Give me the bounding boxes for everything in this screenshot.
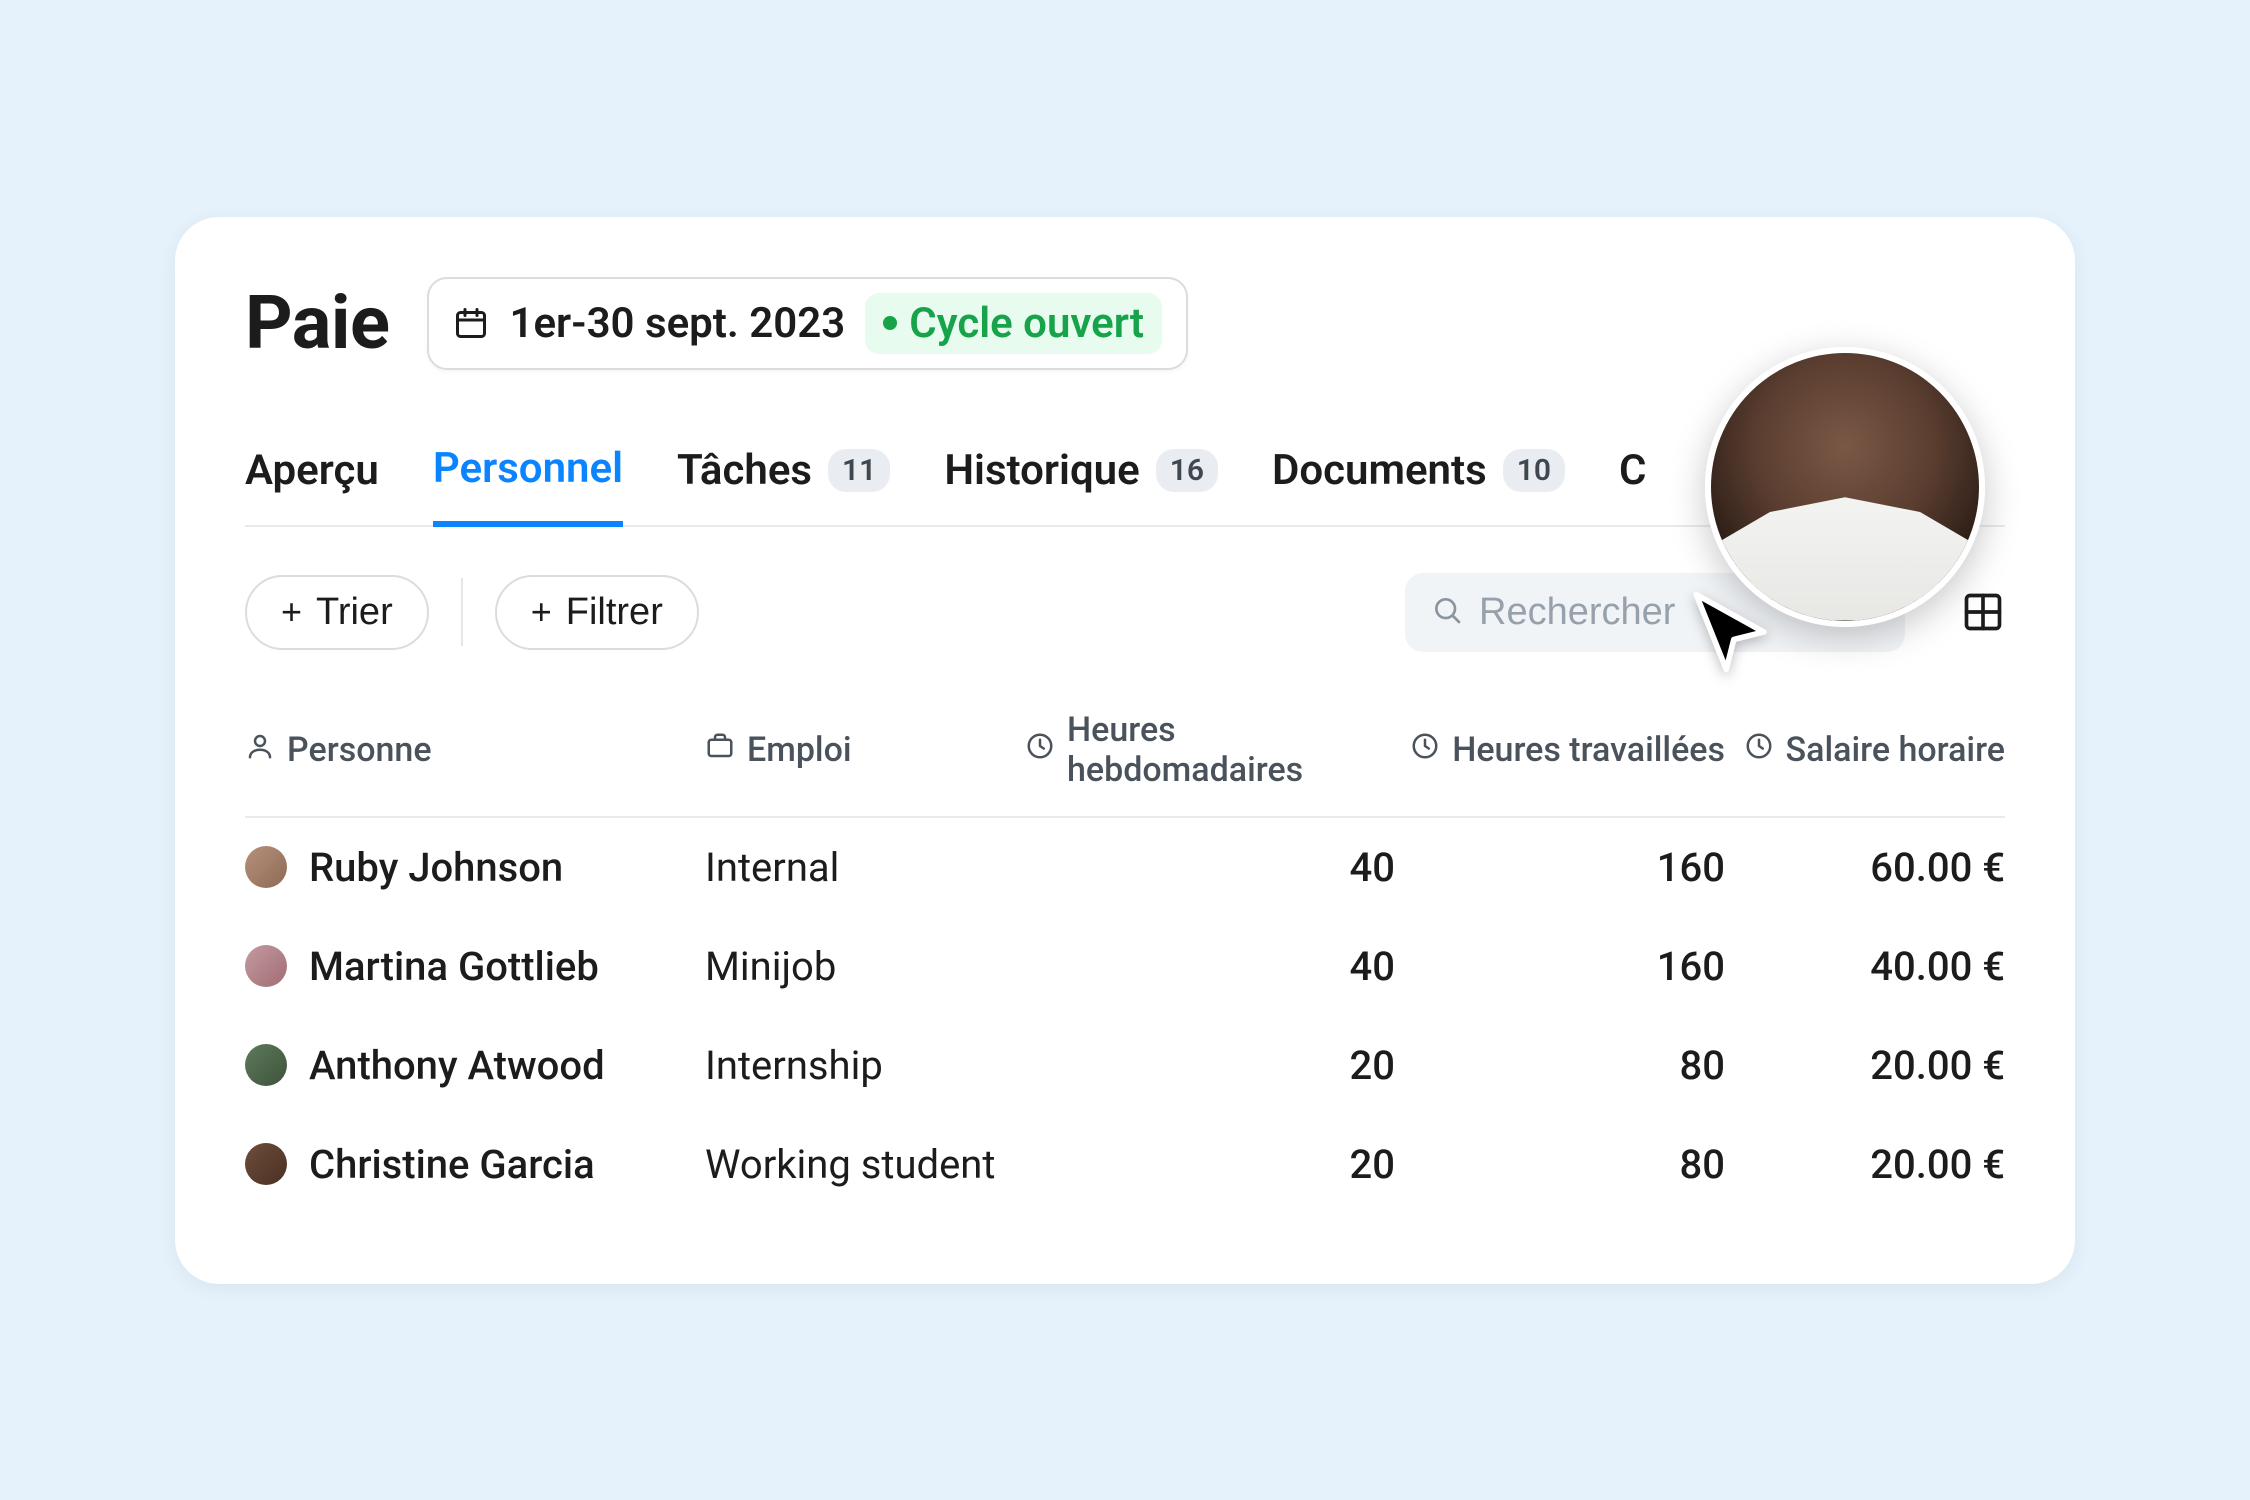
table-row[interactable]: Christine Garcia Working student 20 80 2…	[245, 1115, 2005, 1214]
separator	[461, 578, 463, 646]
person-name: Christine Garcia	[309, 1141, 595, 1188]
col-label: Emploi	[747, 730, 852, 770]
worked-hours-cell: 80	[1395, 1141, 1725, 1188]
plus-icon: +	[531, 591, 552, 633]
col-person[interactable]: Personne	[245, 730, 705, 770]
hourly-wage-cell: 20.00 €	[1725, 1141, 2005, 1188]
avatar	[245, 846, 287, 888]
avatar	[245, 945, 287, 987]
people-table: Personne Emploi He	[245, 710, 2005, 1214]
period-text: 1er-30 sept. 2023	[509, 299, 845, 348]
person-name: Ruby Johnson	[309, 844, 563, 891]
weekly-hours-cell: 20	[1025, 1141, 1395, 1188]
person-name: Martina Gottlieb	[309, 943, 599, 990]
tab-label: C	[1619, 446, 1646, 495]
table-row[interactable]: Ruby Johnson Internal 40 160 60.00 €	[245, 818, 2005, 917]
cycle-status-badge: Cycle ouvert	[865, 293, 1162, 354]
filter-button[interactable]: + Filtrer	[495, 575, 699, 650]
hourly-wage-cell: 60.00 €	[1725, 844, 2005, 891]
clock-icon	[1025, 730, 1055, 770]
hourly-wage-cell: 40.00 €	[1725, 943, 2005, 990]
user-avatar-large	[1705, 347, 1985, 627]
col-label: Salaire horaire	[1786, 730, 2005, 770]
tab-label: Personnel	[433, 444, 623, 493]
employment-cell: Minijob	[705, 943, 1025, 990]
worked-hours-cell: 160	[1395, 943, 1725, 990]
table-row[interactable]: Anthony Atwood Internship 20 80 20.00 €	[245, 1016, 2005, 1115]
employment-cell: Internship	[705, 1042, 1025, 1089]
hourly-wage-cell: 20.00 €	[1725, 1042, 2005, 1089]
filter-label: Filtrer	[566, 591, 663, 634]
tab-documents[interactable]: Documents 10	[1272, 446, 1565, 523]
tab-badge: 10	[1503, 449, 1565, 492]
col-label: Heures hebdomadaires	[1067, 710, 1395, 790]
sort-label: Trier	[316, 591, 393, 634]
cursor-icon	[1685, 587, 1775, 677]
col-label: Heures travaillées	[1452, 730, 1725, 770]
tab-label: Aperçu	[245, 446, 379, 495]
worked-hours-cell: 80	[1395, 1042, 1725, 1089]
col-label: Personne	[287, 730, 432, 770]
person-icon	[245, 730, 275, 770]
sort-button[interactable]: + Trier	[245, 575, 429, 650]
table-row[interactable]: Martina Gottlieb Minijob 40 160 40.00 €	[245, 917, 2005, 1016]
calendar-icon	[453, 305, 489, 341]
col-worked-hours[interactable]: Heures travaillées	[1395, 730, 1725, 770]
payroll-window: Paie 1er-30 sept. 2023 Cycle ouvert	[175, 217, 2075, 1284]
worked-hours-cell: 160	[1395, 844, 1725, 891]
tab-personnel[interactable]: Personnel	[433, 444, 623, 527]
employment-cell: Internal	[705, 844, 1025, 891]
status-dot-icon	[883, 316, 897, 330]
tab-history[interactable]: Historique 16	[944, 446, 1218, 523]
tab-label: Historique	[944, 446, 1139, 495]
weekly-hours-cell: 20	[1025, 1042, 1395, 1089]
weekly-hours-cell: 40	[1025, 943, 1395, 990]
employment-cell: Working student	[705, 1141, 1025, 1188]
avatar	[245, 1143, 287, 1185]
tab-badge: 11	[828, 449, 890, 492]
tab-label: Documents	[1272, 446, 1487, 495]
clock-icon	[1744, 730, 1774, 770]
person-name: Anthony Atwood	[309, 1042, 605, 1089]
period-selector[interactable]: 1er-30 sept. 2023 Cycle ouvert	[427, 277, 1188, 370]
search-icon	[1431, 594, 1463, 630]
status-label: Cycle ouvert	[909, 299, 1144, 348]
tab-tasks[interactable]: Tâches 11	[677, 446, 890, 523]
tab-badge: 16	[1156, 449, 1218, 492]
page-title: Paie	[245, 280, 389, 367]
tab-overview[interactable]: Aperçu	[245, 446, 379, 523]
table-header: Personne Emploi He	[245, 710, 2005, 818]
avatar	[245, 1044, 287, 1086]
col-employment[interactable]: Emploi	[705, 730, 1025, 770]
tab-truncated[interactable]: C	[1619, 446, 1646, 523]
plus-icon: +	[281, 591, 302, 633]
header: Paie 1er-30 sept. 2023 Cycle ouvert	[245, 277, 2005, 370]
weekly-hours-cell: 40	[1025, 844, 1395, 891]
tab-label: Tâches	[677, 446, 812, 495]
briefcase-icon	[705, 730, 735, 770]
col-weekly-hours[interactable]: Heures hebdomadaires	[1025, 710, 1395, 790]
clock-icon	[1410, 730, 1440, 770]
col-hourly-wage[interactable]: Salaire horaire	[1725, 730, 2005, 770]
